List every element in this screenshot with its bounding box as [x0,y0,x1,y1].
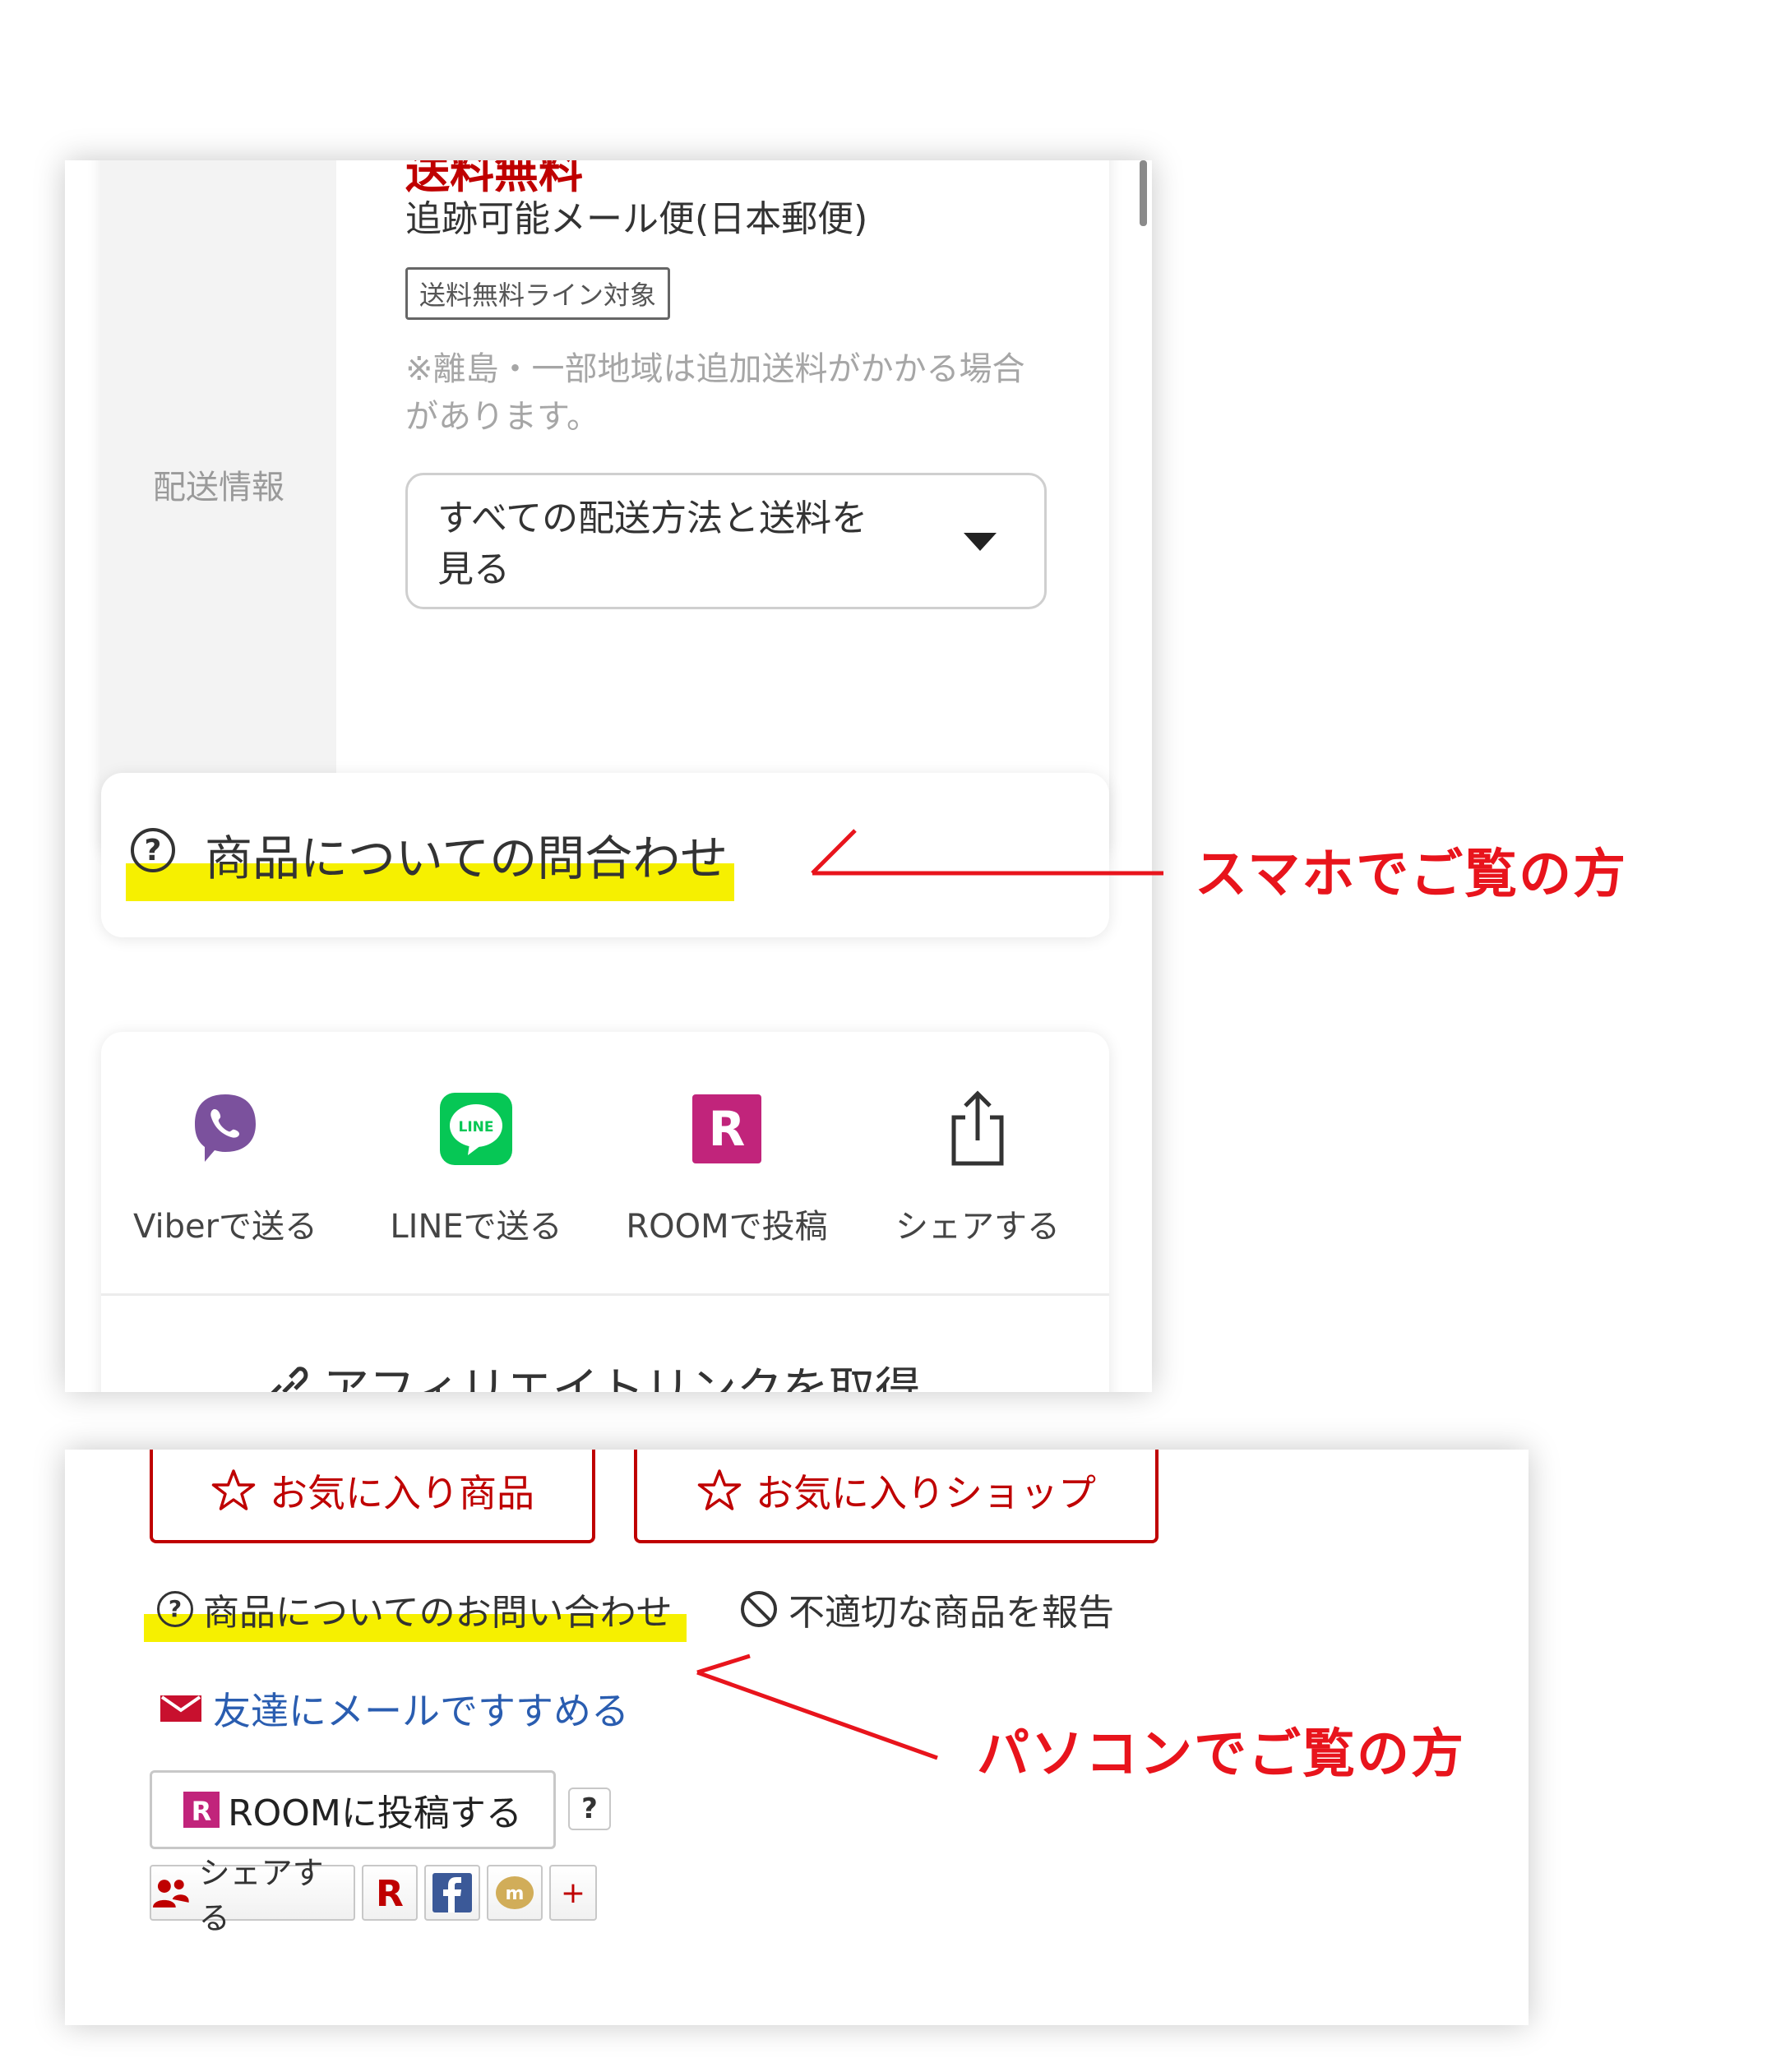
arrow-to-smartphone-inquiry [811,829,1163,876]
smartphone-callout: スマホでご覧の方 [1195,844,1628,905]
arrow-to-pc-inquiry [696,1653,938,1760]
pc-callout: パソコンでご覧の方 [977,1724,1465,1785]
annotation-arrows [696,829,1163,1760]
